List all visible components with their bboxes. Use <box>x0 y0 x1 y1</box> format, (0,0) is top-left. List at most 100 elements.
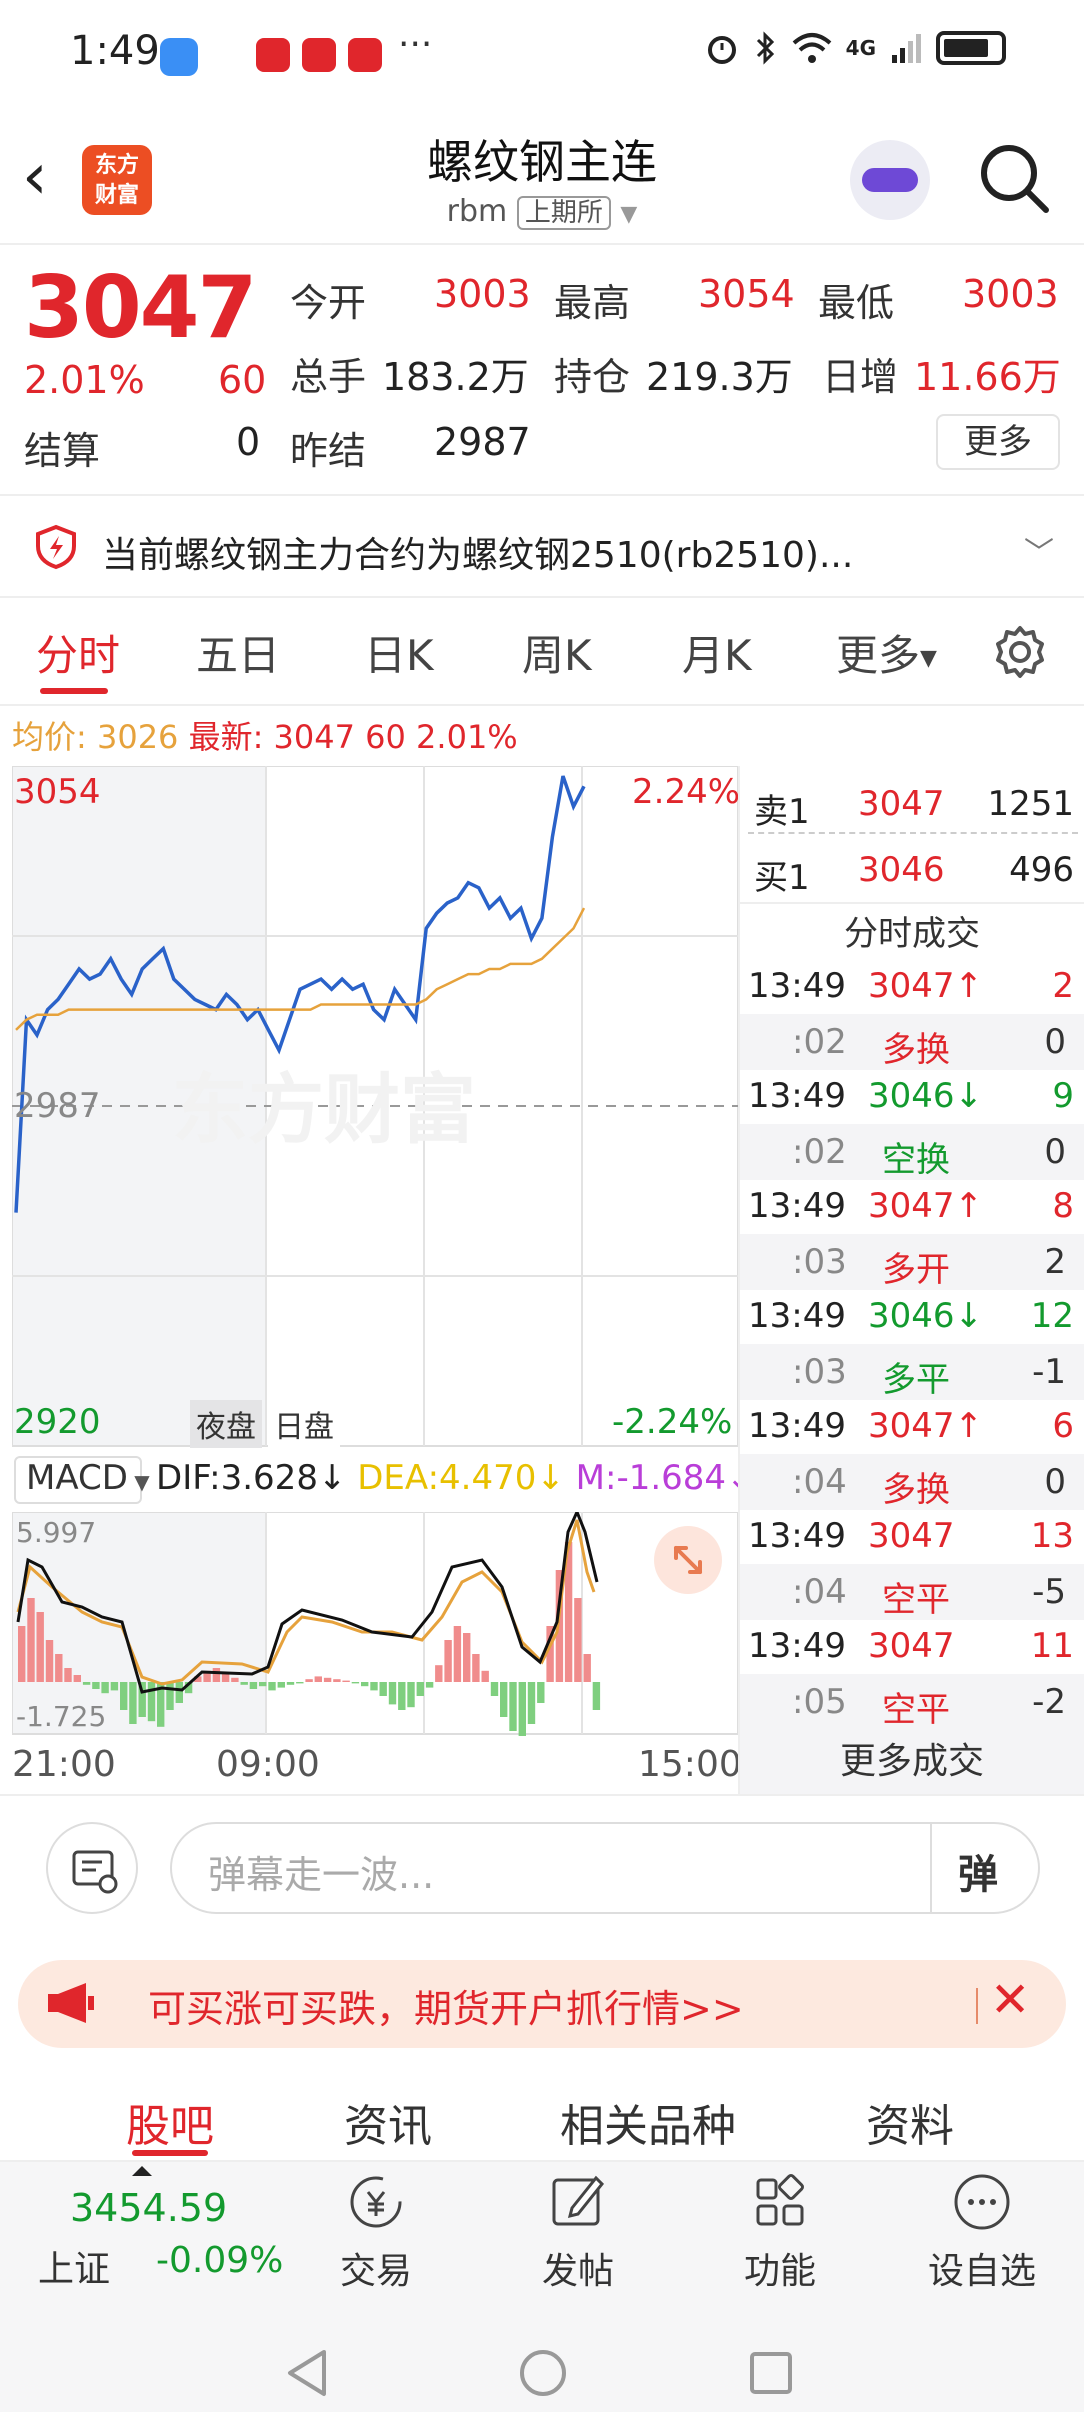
trade-time: 13:49 <box>748 1626 846 1666</box>
tab-news[interactable]: 资讯 <box>344 2090 432 2154</box>
status-bar: 1:49 ··· 4G <box>0 0 1084 110</box>
system-nav-bar <box>0 2292 1084 2412</box>
macd-bar <box>527 1682 536 1724</box>
trade-second: :04 <box>792 1572 847 1612</box>
time-start-label: 21:00 <box>12 1744 116 1785</box>
order-side-label: 卖1 <box>754 792 810 832</box>
dea-value: DEA:4.470 <box>357 1458 537 1498</box>
macd-bar <box>379 1682 387 1696</box>
last-price: 3047 <box>24 258 257 358</box>
trade-qty: 8 <box>1052 1186 1074 1226</box>
m-value: M:-1.684 <box>575 1458 727 1498</box>
daily-inc-label: 日增 <box>822 355 899 399</box>
bluetooth-icon <box>756 31 774 65</box>
tab-more[interactable]: 更多▼ <box>836 622 937 683</box>
day-session-toggle[interactable]: 日盘 <box>268 1400 340 1448</box>
divider <box>0 243 1084 245</box>
signal-icon <box>892 34 921 63</box>
tab-weekly-k[interactable]: 周K <box>522 622 592 683</box>
chevron-down-icon[interactable]: ﹀ <box>1024 528 1054 572</box>
nav-trade-label: 交易 <box>339 2251 412 2292</box>
trade-price: 3047 <box>868 1626 955 1666</box>
macd-bar <box>286 1682 295 1685</box>
macd-bar <box>166 1682 174 1710</box>
divider <box>0 494 1084 496</box>
recents-square-icon[interactable] <box>748 2350 794 2396</box>
macd-bar <box>323 1677 332 1682</box>
tab-intraday[interactable]: 分时 <box>36 622 120 683</box>
macd-bar <box>361 1682 369 1687</box>
wifi-icon <box>792 33 831 63</box>
macd-bar <box>509 1682 517 1731</box>
danmaku-settings-button[interactable] <box>46 1822 138 1914</box>
nav-functions[interactable]: 功能 <box>700 2170 860 2294</box>
search-icon[interactable] <box>978 142 1050 214</box>
change-value: 60 <box>218 358 267 402</box>
more-quote-button[interactable]: 更多 <box>936 414 1060 470</box>
macd-bar <box>453 1626 462 1682</box>
macd-bar <box>583 1654 591 1682</box>
main-contract-notice[interactable]: 当前螺纹钢主力合约为螺纹钢2510(rb2510)... <box>102 526 853 578</box>
trade-second: :02 <box>792 1022 847 1062</box>
watermark: 东方财富 <box>172 1068 476 1153</box>
macd-bar <box>463 1633 471 1682</box>
home-circle-icon[interactable] <box>518 2348 568 2398</box>
night-session-toggle[interactable]: 夜盘 <box>190 1400 262 1448</box>
divider <box>0 704 1084 706</box>
macd-bar <box>120 1682 128 1710</box>
nav-post[interactable]: 发帖 <box>498 2170 658 2294</box>
network-type: 4G <box>845 36 876 60</box>
tab-monthly-k[interactable]: 月K <box>682 622 752 683</box>
arrow-down-icon: ↓ <box>317 1458 358 1498</box>
tab-five-day[interactable]: 五日 <box>196 622 280 683</box>
intraday-chart[interactable]: 东方财富 <box>12 766 738 1450</box>
index-value[interactable]: 3454.59 <box>70 2186 227 2230</box>
status-icons: 4G <box>704 30 1006 66</box>
gear-icon[interactable] <box>992 624 1048 680</box>
macd-bar <box>407 1682 415 1708</box>
trade-row: 13:49 3046↓ 9 <box>748 1068 1084 1124</box>
more-trades-button[interactable]: 更多成交 <box>740 1730 1084 1794</box>
order-book-row: 买1 3046 496 <box>748 842 1084 898</box>
trade-time: 13:49 <box>748 1076 846 1116</box>
close-icon[interactable]: ✕ <box>990 1972 1030 2028</box>
nav-trade[interactable]: 交易 <box>296 2170 456 2294</box>
top-price-label: 3054 <box>14 772 101 812</box>
trade-oi-change: -2 <box>1032 1682 1066 1722</box>
promo-text[interactable]: 可买涨可买跌，期货开户抓行情>> <box>148 1978 744 2033</box>
arrow-down-icon: ↓ <box>536 1458 576 1498</box>
order-price: 3046 <box>858 850 945 890</box>
macd-chart[interactable] <box>12 1512 738 1736</box>
app-notification-icon <box>256 38 290 72</box>
tab-forum[interactable]: 股吧 <box>126 2090 214 2154</box>
edit-icon <box>552 2175 605 2226</box>
index-name[interactable]: 上证 <box>38 2240 110 2292</box>
macd-bar <box>175 1682 183 1703</box>
divider <box>930 1824 932 1912</box>
trade-price: 3047↑ <box>868 1186 984 1226</box>
assistant-robot-icon[interactable] <box>850 140 930 220</box>
app-notification-icon <box>348 38 382 72</box>
macd-bar <box>435 1665 443 1682</box>
avg-value: 3026 <box>96 718 179 756</box>
tab-related[interactable]: 相关品种 <box>560 2090 736 2154</box>
nav-add-watchlist[interactable]: 设自选 <box>902 2170 1062 2294</box>
tab-daily-k[interactable]: 日K <box>364 622 434 683</box>
open-label: 今开 <box>290 281 367 325</box>
top-pct-label: 2.24% <box>632 772 741 812</box>
trade-price: 3046↓ <box>868 1076 984 1116</box>
macd-bar <box>500 1682 508 1717</box>
time-end-label: 15:00 <box>638 1744 742 1785</box>
trade-row: 13:49 3047↑ 2 <box>748 958 1084 1014</box>
divider <box>0 596 1084 598</box>
macd-bar <box>472 1654 480 1682</box>
trade-detail-row: :03 多开 2 <box>740 1234 1084 1290</box>
trade-oi-change: 2 <box>1044 1242 1066 1282</box>
index-change[interactable]: -0.09% <box>156 2240 283 2281</box>
back-triangle-icon[interactable] <box>284 2348 330 2398</box>
trade-second: :03 <box>792 1352 847 1392</box>
danmaku-toggle-button[interactable]: 弹 <box>958 1842 998 1900</box>
exchange-badge: 上期所 <box>516 196 611 230</box>
divider <box>748 832 1078 834</box>
tab-profile[interactable]: 资料 <box>866 2090 954 2154</box>
